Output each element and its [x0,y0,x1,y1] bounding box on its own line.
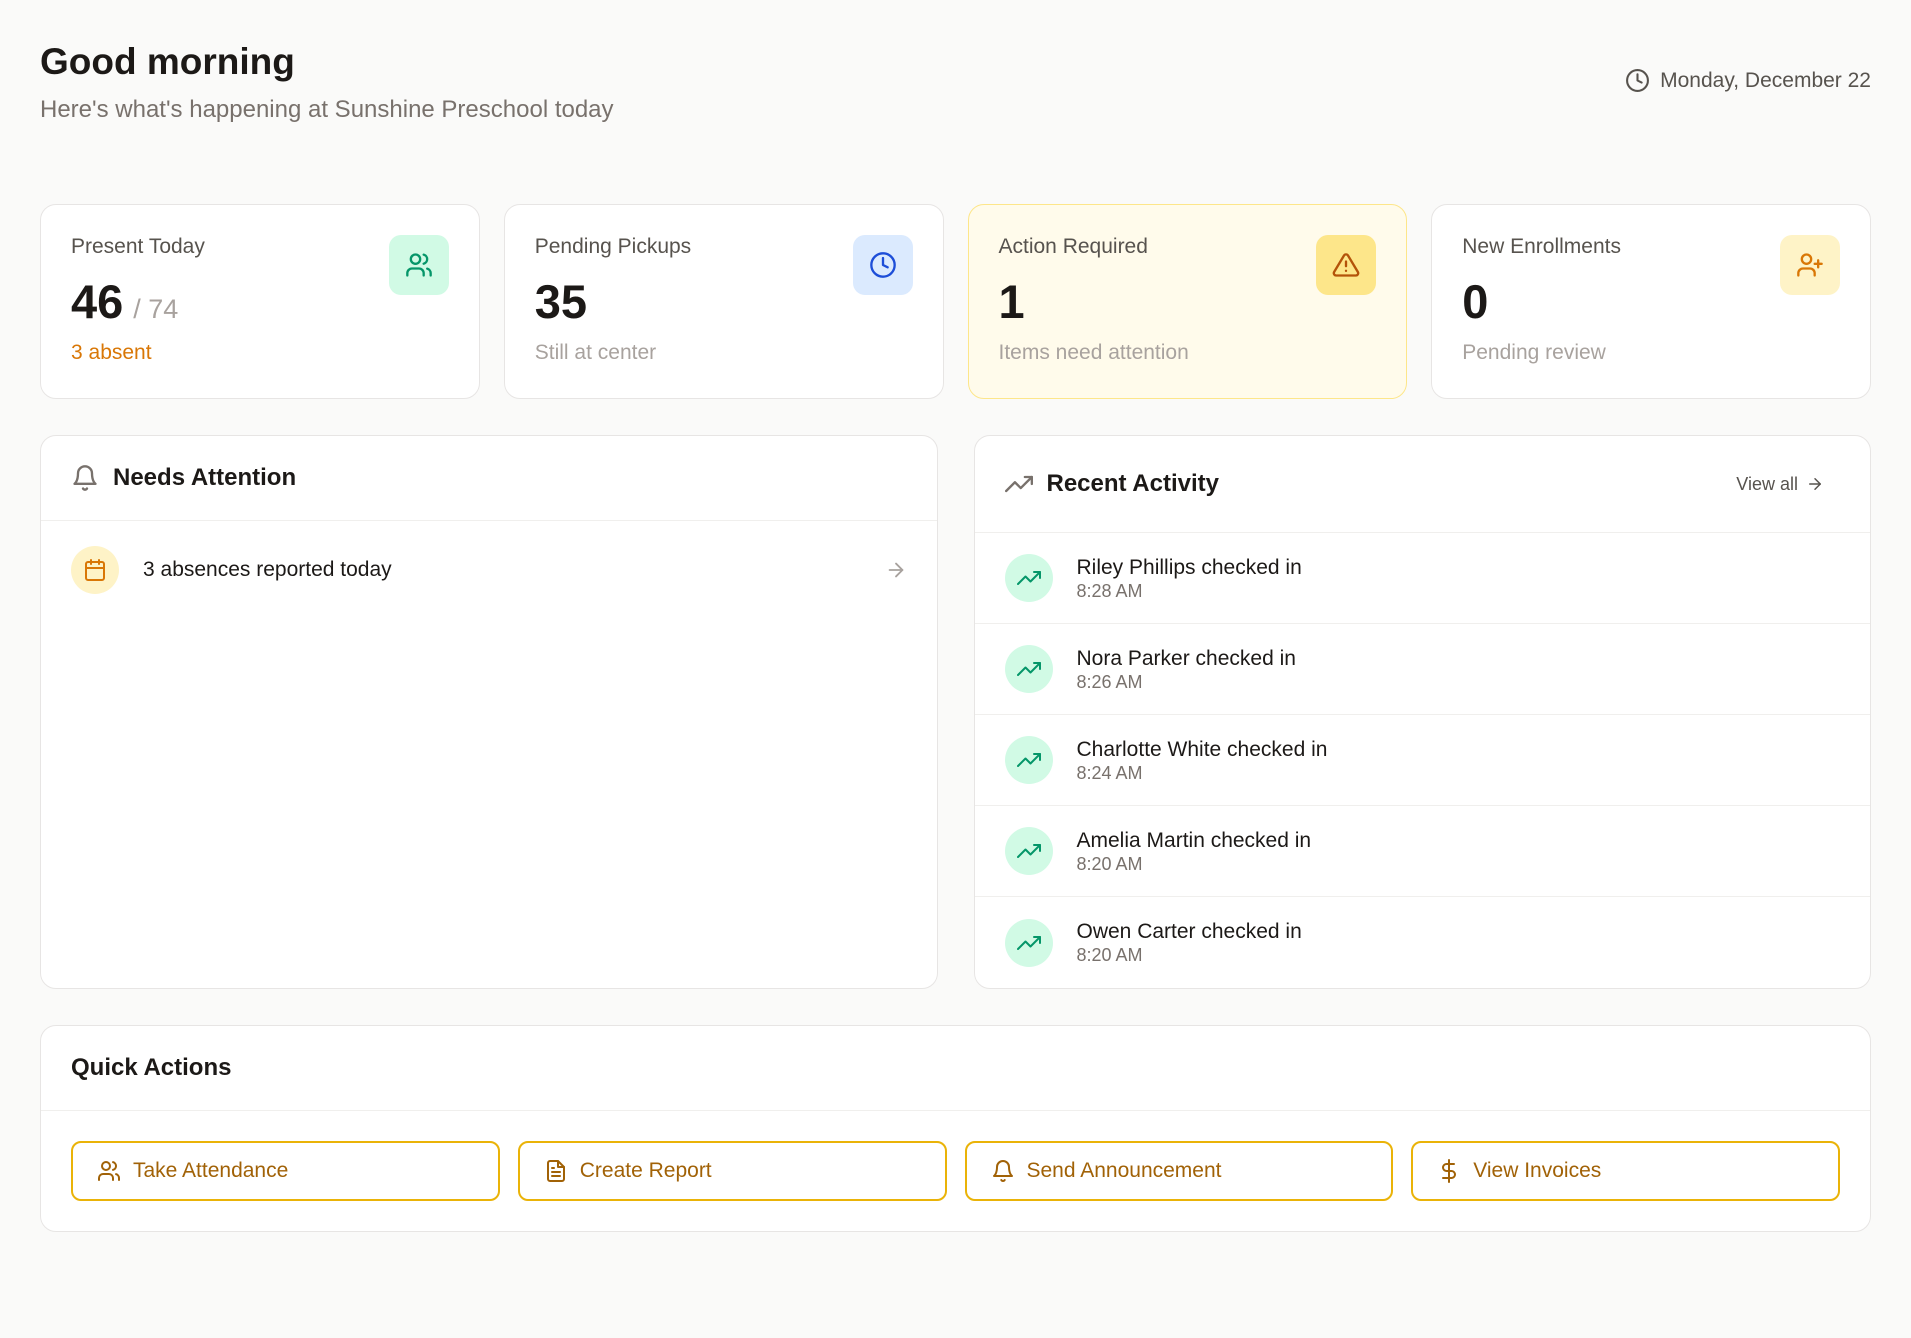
create-report-button[interactable]: Create Report [517,1141,947,1201]
activity-item-body: Riley Phillips checked in 8:28 AM [1077,555,1302,602]
quick-actions-buttons: Take Attendance Create Report Send Annou… [41,1111,1870,1201]
trending-up-icon [1004,475,1033,493]
activity-item: Charlotte White checked in 8:24 AM [974,715,1870,806]
file-text-icon [546,1160,565,1182]
activity-item-text: Riley Phillips checked in [1076,555,1302,579]
stat-cards: Present Today 46 / 74 3 absent Pending P… [40,204,1871,399]
users-icon [388,235,449,295]
panel-header: Quick Actions [41,1026,1870,1111]
stat-subtext: Still at center [534,341,657,364]
clock-icon [852,235,913,295]
activity-item-time: 8:26 AM [1076,671,1143,692]
button-label: Take Attendance [133,1159,289,1182]
view-invoices-button[interactable]: View Invoices [1411,1141,1840,1201]
activity-item: Amelia Martin checked in 8:20 AM [974,806,1870,897]
button-label: Create Report [579,1159,712,1182]
bell-icon [73,465,97,491]
take-attendance-button[interactable]: Take Attendance [71,1141,500,1201]
stat-card-new-enrollments[interactable]: New Enrollments 0 Pending review [1431,204,1871,399]
attention-item[interactable]: 3 absences reported today [41,521,937,618]
page-title: Good morning [40,41,295,82]
needs-attention-panel: Needs Attention 3 absences reported toda… [40,435,938,989]
stat-value: 46 [71,275,124,328]
button-label: View Invoices [1473,1159,1602,1182]
activity-item-text: Charlotte White checked in [1076,737,1328,761]
dollar-icon [1442,1159,1457,1183]
panel-title: Needs Attention [113,464,297,491]
calendar-icon [71,545,119,594]
activity-item: Owen Carter checked in 8:20 AM [975,897,1871,988]
stat-value: 35 [534,275,588,328]
activity-item: Riley Phillips checked in 8:28 AM [974,533,1870,624]
activity-item-body: Charlotte White checked in 8:24 AM [1077,737,1328,784]
arrow-right-icon [1809,478,1821,490]
view-all-link[interactable]: View all [1736,474,1824,495]
stat-value: 1 [998,275,1025,328]
activity-item-text: Nora Parker checked in [1076,646,1296,670]
recent-activity-panel: Recent Activity View all Riley Phillips … [973,435,1871,989]
panel-header: Needs Attention [41,436,937,521]
activity-item-time: 8:28 AM [1076,580,1143,601]
attention-item-text: 3 absences reported today [143,557,392,581]
activity-item-text: Amelia Martin checked in [1076,828,1312,852]
activity-item-body: Owen Carter checked in 8:20 AM [1077,919,1302,966]
stat-subtext: Pending review [1462,341,1606,364]
page-subtitle: Here's what's happening at Sunshine Pres… [40,96,614,123]
activity-item-time: 8:20 AM [1076,853,1143,874]
view-all-label: View all [1736,473,1798,494]
stat-value: 0 [1462,275,1489,328]
alert-triangle-icon [1316,235,1377,295]
activity-item-time: 8:24 AM [1076,762,1143,783]
activity-item-body: Nora Parker checked in 8:26 AM [1077,646,1296,693]
quick-actions-panel: Quick Actions Take Attendance Create Rep… [40,1025,1871,1232]
stat-subtext: 3 absent [71,341,152,364]
clock-icon [1626,69,1650,92]
stat-card-present-today[interactable]: Present Today 46 / 74 3 absent [40,204,480,399]
activity-item-text: Owen Carter checked in [1076,920,1302,943]
activity-item: Nora Parker checked in 8:26 AM [974,624,1870,715]
send-announcement-button[interactable]: Send Announcement [964,1141,1394,1201]
page-header: Good morning Here's what's happening at … [40,40,1871,164]
trending-up-icon [1004,736,1053,784]
current-date: Monday, December 22 [1625,68,1871,93]
user-plus-icon [1780,235,1840,295]
activity-item-body: Amelia Martin checked in 8:20 AM [1077,828,1312,875]
panel-title: Quick Actions [71,1054,232,1081]
trending-up-icon [1004,827,1053,875]
panel-title: Recent Activity [1046,470,1220,497]
users-icon [98,1161,120,1181]
greeting-block: Good morning Here's what's happening at … [40,40,614,124]
bell-icon [992,1160,1013,1182]
trending-up-icon [1004,918,1053,967]
panels-row: Needs Attention 3 absences reported toda… [40,435,1871,989]
stat-card-action-required[interactable]: Action Required 1 Items need attention [967,204,1408,399]
stat-subtext: Items need attention [998,341,1189,364]
activity-item-time: 8:20 AM [1076,945,1143,965]
panel-header: Recent Activity View all [974,436,1870,533]
date-text: Monday, December 22 [1660,68,1871,92]
trending-up-icon [1004,554,1053,602]
button-label: Send Announcement [1026,1159,1222,1182]
trending-up-icon [1004,645,1053,693]
stat-card-pending-pickups[interactable]: Pending Pickups 35 Still at center [503,204,944,399]
arrow-right-icon [888,562,903,577]
stat-total: / 74 [133,294,179,324]
dashboard-page: Good morning Here's what's happening at … [0,0,1911,1232]
